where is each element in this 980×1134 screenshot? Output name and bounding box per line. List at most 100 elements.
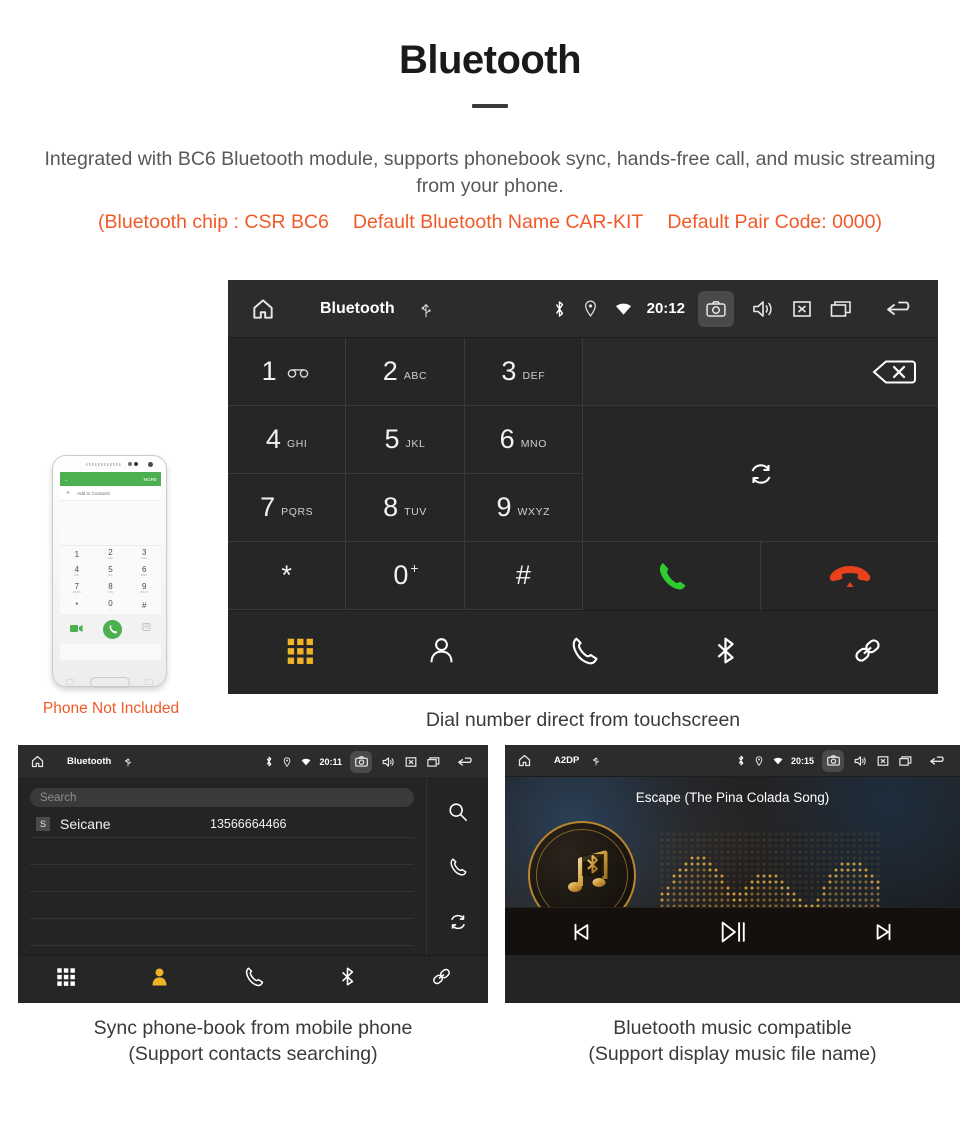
nav-item-link[interactable] — [394, 965, 488, 993]
contact-row[interactable]: S Seicane 13566664466 — [30, 811, 414, 838]
key-digit: * — [281, 560, 292, 590]
nav-item-bluetooth[interactable] — [300, 965, 394, 993]
recent-apps-icon[interactable] — [427, 756, 440, 768]
contact-row-empty — [30, 865, 414, 892]
phonebook-bottom-nav[interactable] — [18, 955, 488, 1002]
link-icon[interactable] — [851, 634, 884, 672]
hangup-button[interactable] — [761, 542, 938, 610]
call-button[interactable] — [583, 542, 761, 610]
previous-button[interactable] — [505, 921, 657, 943]
key-digit: # — [515, 560, 531, 590]
key-1[interactable]: 1 — [228, 338, 347, 406]
key-8[interactable]: 8 TUV — [346, 474, 465, 542]
title-divider — [472, 104, 508, 108]
key-2[interactable]: 2 ABC — [346, 338, 465, 406]
camera-icon[interactable] — [350, 750, 372, 773]
phone-key: 2 ABC — [107, 548, 114, 561]
nav-item-call-log[interactable] — [512, 634, 654, 672]
handset-icon[interactable] — [242, 965, 265, 993]
nav-item-dialpad[interactable] — [228, 634, 370, 672]
phone-speaker — [86, 463, 122, 466]
dial-keypad[interactable]: 1 2 ABC 3 DEF 4 GHI 5 JKL 6 MNO 7 PQRS 8 TUV 9 WXYZ * 0 + # — [228, 338, 583, 610]
phone-app-header: ← MORE — [60, 472, 161, 486]
sync-icon[interactable] — [746, 459, 776, 489]
key-digit: 9 — [496, 492, 512, 522]
key-0[interactable]: 0 + — [346, 542, 465, 610]
camera-icon[interactable] — [698, 290, 734, 327]
dialpad-icon[interactable] — [283, 634, 316, 672]
key-hash[interactable]: # — [464, 542, 583, 610]
key-3[interactable]: 3 DEF — [464, 338, 583, 406]
dial-sync-area[interactable] — [583, 406, 938, 542]
key-star[interactable]: * — [228, 542, 347, 610]
phone-mockup: ← MORE + Add to Contacts 1 2 ABC 3 DEF 4 GHI 5 J… — [52, 455, 167, 688]
volume-icon[interactable] — [854, 755, 867, 767]
contact-name: Seicane — [60, 816, 111, 832]
phone-key: 3 DEF — [141, 548, 148, 561]
recent-apps-icon[interactable] — [899, 755, 912, 767]
key-digit: 8 — [383, 492, 399, 522]
search-icon[interactable] — [447, 801, 469, 823]
home-icon[interactable] — [517, 753, 532, 768]
play-pause-button[interactable] — [657, 919, 809, 945]
back-arrow-icon[interactable] — [885, 299, 915, 319]
backspace-icon[interactable] — [872, 358, 916, 386]
dialpad-icon[interactable] — [54, 965, 77, 993]
phonebook-side-tools[interactable] — [426, 779, 488, 955]
dialer-screenshot: Bluetooth 20:12 1 2 ABC 3 DEF 4 GHI 5 JK… — [228, 280, 938, 694]
nav-item-contacts[interactable] — [370, 634, 512, 672]
recent-apps-icon[interactable] — [830, 299, 852, 319]
spec-pair-code: Default Pair Code: 0000) — [667, 210, 882, 233]
key-5[interactable]: 5 JKL — [346, 406, 465, 474]
camera-icon[interactable] — [822, 749, 844, 772]
handset-icon[interactable] — [567, 634, 600, 672]
close-box-icon[interactable] — [877, 755, 889, 767]
close-box-icon[interactable] — [792, 299, 812, 319]
key-letters: JKL — [405, 437, 426, 450]
sync-icon[interactable] — [447, 911, 469, 933]
back-arrow-icon[interactable] — [929, 755, 947, 767]
bluetooth-icon[interactable] — [336, 965, 359, 993]
next-button[interactable] — [808, 921, 960, 943]
music-screenshot: A2DP 20:15 Escape (The Pina Colada Song) — [505, 745, 960, 1003]
phone-action-row — [60, 614, 161, 644]
key-6[interactable]: 6 MNO — [464, 406, 583, 474]
nav-item-link[interactable] — [796, 634, 938, 672]
person-filled-icon[interactable] — [148, 965, 171, 993]
contact-row-empty — [30, 838, 414, 865]
nav-item-dialpad[interactable] — [18, 965, 112, 993]
phone-key: 8 TUV — [107, 582, 114, 595]
back-arrow-icon[interactable] — [457, 756, 475, 768]
close-box-icon[interactable] — [405, 756, 417, 768]
phone-keypad: 1 2 ABC 3 DEF 4 GHI 5 JKL 6 MNO 7 PQRS 8 TUV 9 WXYZ * 0 + # — [60, 546, 161, 614]
home-icon[interactable] — [250, 296, 276, 322]
search-input[interactable]: Search — [30, 788, 414, 807]
dialer-bottom-nav[interactable] — [228, 610, 938, 694]
bluetooth-icon[interactable] — [709, 634, 742, 672]
nav-item-bluetooth[interactable] — [654, 634, 796, 672]
phonebook-body: Search S Seicane 13566664466 — [18, 779, 488, 955]
key-letters: PQRS — [281, 505, 314, 518]
link-icon[interactable] — [430, 965, 453, 993]
person-icon[interactable] — [425, 634, 458, 672]
skip-next-icon — [876, 923, 891, 940]
number-display[interactable] — [583, 338, 938, 406]
phone-key: 7 PQRS — [72, 582, 81, 595]
voicemail-icon — [287, 369, 308, 378]
nav-item-contacts[interactable] — [112, 965, 206, 993]
phone-key: 0 + — [108, 599, 113, 612]
volume-icon[interactable] — [382, 756, 395, 768]
phonebook-caption-line1: Sync phone-book from mobile phone — [93, 1017, 413, 1039]
bluetooth-icon — [553, 300, 566, 318]
key-4[interactable]: 4 GHI — [228, 406, 347, 474]
key-letters: MNO — [520, 437, 547, 450]
key-digit: 1 — [261, 356, 277, 386]
volume-icon[interactable] — [752, 299, 774, 319]
home-icon[interactable] — [30, 754, 45, 769]
nav-item-call-log[interactable] — [206, 965, 300, 993]
key-9[interactable]: 9 WXYZ — [464, 474, 583, 542]
key-7[interactable]: 7 PQRS — [228, 474, 347, 542]
contact-rows[interactable]: S Seicane 13566664466 — [30, 811, 414, 946]
music-controls[interactable] — [505, 907, 960, 955]
handset-icon[interactable] — [447, 856, 469, 878]
